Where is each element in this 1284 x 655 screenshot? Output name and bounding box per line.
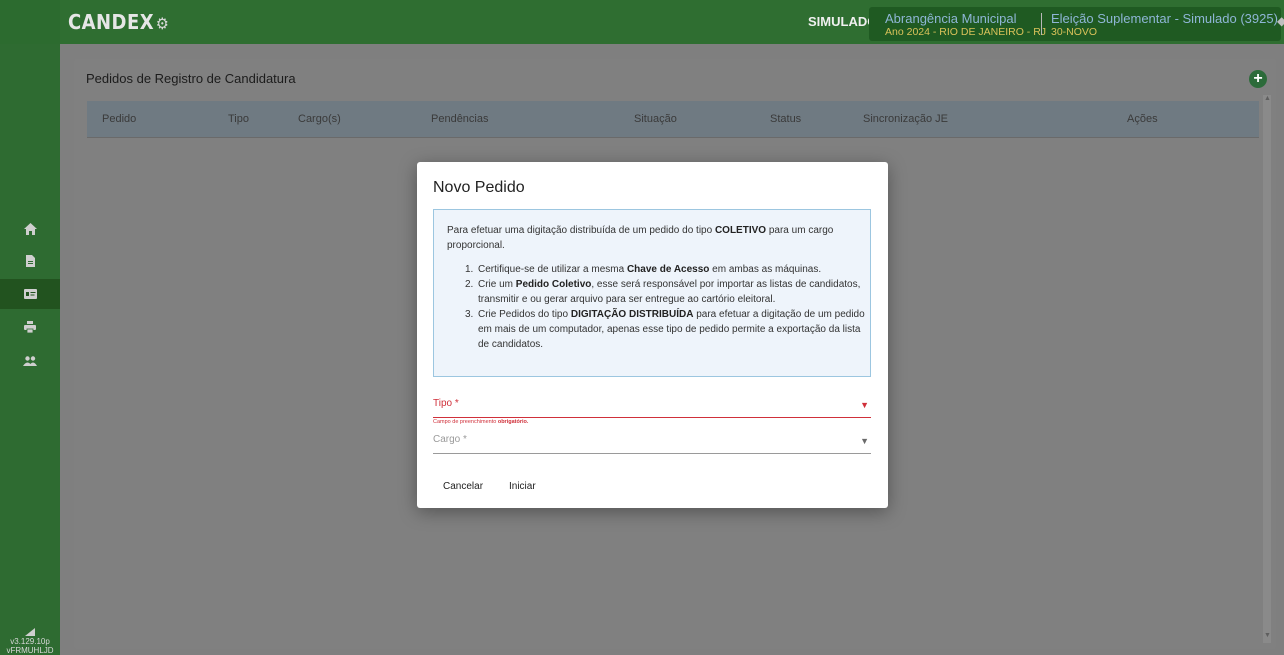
- tipo-underline: [433, 417, 871, 418]
- app-logo: CANDEX ⚙: [68, 10, 169, 34]
- table-scrollbar[interactable]: [1263, 95, 1271, 643]
- tipo-error-bold: obrigatório.: [497, 419, 529, 425]
- info-steps-list: 1. Certifique-se de utilizar a mesma Chav…: [447, 262, 867, 352]
- novo-pedido-dialog: Novo Pedido Para efetuar uma digitação d…: [417, 162, 888, 508]
- cargo-label: Cargo *: [433, 434, 467, 445]
- app-logo-text: CANDEX: [68, 10, 155, 34]
- tipo-error-message: Campo de preenchimento obrigatório.: [433, 419, 528, 425]
- info-step: 1. Certifique-se de utilizar a mesma Chav…: [447, 262, 867, 277]
- column-header-tipo[interactable]: Tipo: [228, 113, 249, 125]
- step-bold: Pedido Coletivo: [515, 279, 592, 290]
- column-header-cargos[interactable]: Cargo(s): [298, 113, 341, 125]
- info-intro: Para efetuar uma digitação distribuída d…: [447, 223, 857, 253]
- sidebar-item-print[interactable]: [0, 312, 60, 342]
- info-intro-bold: COLETIVO: [714, 225, 767, 236]
- step-text: Crie Pedidos do tipo: [478, 309, 571, 320]
- id-card-icon: [23, 289, 37, 299]
- info-step: 2. Crie um Pedido Coletivo, esse será res…: [447, 277, 867, 307]
- sidebar-item-candidaturas[interactable]: [0, 279, 60, 309]
- top-bar: CANDEX ⚙ SIMULADO Abrangência Municipal A…: [0, 0, 1284, 44]
- page-title: Pedidos de Registro de Candidatura: [86, 71, 296, 86]
- context-divider: [1041, 13, 1042, 35]
- menu-edge-icon[interactable]: ◆: [1277, 14, 1284, 28]
- chevron-down-icon: ▼: [860, 400, 869, 410]
- tipo-select[interactable]: Tipo * ▼: [433, 396, 871, 418]
- document-icon: [25, 255, 35, 267]
- scroll-up-icon[interactable]: ▲: [1264, 95, 1271, 102]
- info-step: 3. Crie Pedidos do tipo DIGITAÇÃO DISTRIB…: [447, 307, 867, 352]
- sidebar-item-documents[interactable]: [0, 246, 60, 276]
- column-header-acoes[interactable]: Ações: [1127, 113, 1158, 125]
- start-button[interactable]: Iniciar: [505, 479, 540, 494]
- sidebar-item-users[interactable]: [0, 346, 60, 376]
- column-header-situacao[interactable]: Situação: [634, 113, 677, 125]
- chevron-down-icon: ▼: [860, 436, 869, 446]
- cancel-button[interactable]: Cancelar: [439, 479, 487, 494]
- printer-icon: [24, 321, 36, 333]
- column-header-pendencias[interactable]: Pendências: [431, 113, 489, 125]
- cargo-select[interactable]: Cargo * ▼: [433, 432, 871, 454]
- eleicao-subtitle: 30-NOVO: [1051, 26, 1098, 38]
- add-pedido-button[interactable]: +: [1249, 70, 1267, 88]
- sidebar-item-home[interactable]: [0, 214, 60, 244]
- step-number: 1.: [465, 264, 474, 275]
- users-icon: [23, 356, 37, 366]
- cargo-underline: [433, 453, 871, 454]
- column-header-status[interactable]: Status: [770, 113, 801, 125]
- tipo-error-text: Campo de preenchimento: [433, 419, 498, 425]
- step-bold: Chave de Acesso: [626, 264, 710, 275]
- column-header-pedido[interactable]: Pedido: [102, 113, 136, 125]
- table-header: Pedido Tipo Cargo(s) Pendências Situação…: [87, 101, 1259, 138]
- mode-label: SIMULADO: [808, 14, 878, 29]
- info-intro-text: Para efetuar uma digitação distribuída d…: [447, 225, 715, 236]
- sidebar: v3.129.10p vFRMUHLJD: [0, 44, 60, 655]
- signal-icon: [25, 628, 35, 636]
- step-text: Certifique-se de utilizar a mesma: [478, 264, 627, 275]
- election-context-box[interactable]: Abrangência Municipal Ano 2024 - RIO DE …: [869, 7, 1281, 41]
- build-id: vFRMUHLJD: [6, 646, 54, 655]
- step-number: 2.: [465, 279, 474, 290]
- step-text-end: em ambas as máquinas.: [709, 264, 822, 275]
- home-icon: [23, 223, 37, 235]
- dialog-title: Novo Pedido: [433, 179, 525, 196]
- scroll-down-icon[interactable]: ▼: [1264, 632, 1271, 639]
- logo-gear-icon: ⚙: [155, 14, 170, 33]
- abrangencia-subtitle: Ano 2024 - RIO DE JANEIRO - RJ: [885, 26, 1047, 38]
- info-box: Para efetuar uma digitação distribuída d…: [433, 209, 871, 377]
- step-number: 3.: [465, 309, 474, 320]
- tipo-label: Tipo *: [433, 398, 459, 409]
- step-text: Crie um: [478, 279, 516, 290]
- abrangencia-title: Abrangência Municipal: [885, 11, 1017, 26]
- version-number: v3.129.10p: [10, 637, 50, 646]
- eleicao-title: Eleição Suplementar - Simulado (3925): [1051, 11, 1278, 26]
- step-bold: DIGITAÇÃO DISTRIBUÍDA: [570, 309, 694, 320]
- version-info: v3.129.10p vFRMUHLJD: [0, 628, 60, 655]
- column-header-sincronizacao[interactable]: Sincronização JE: [863, 113, 948, 125]
